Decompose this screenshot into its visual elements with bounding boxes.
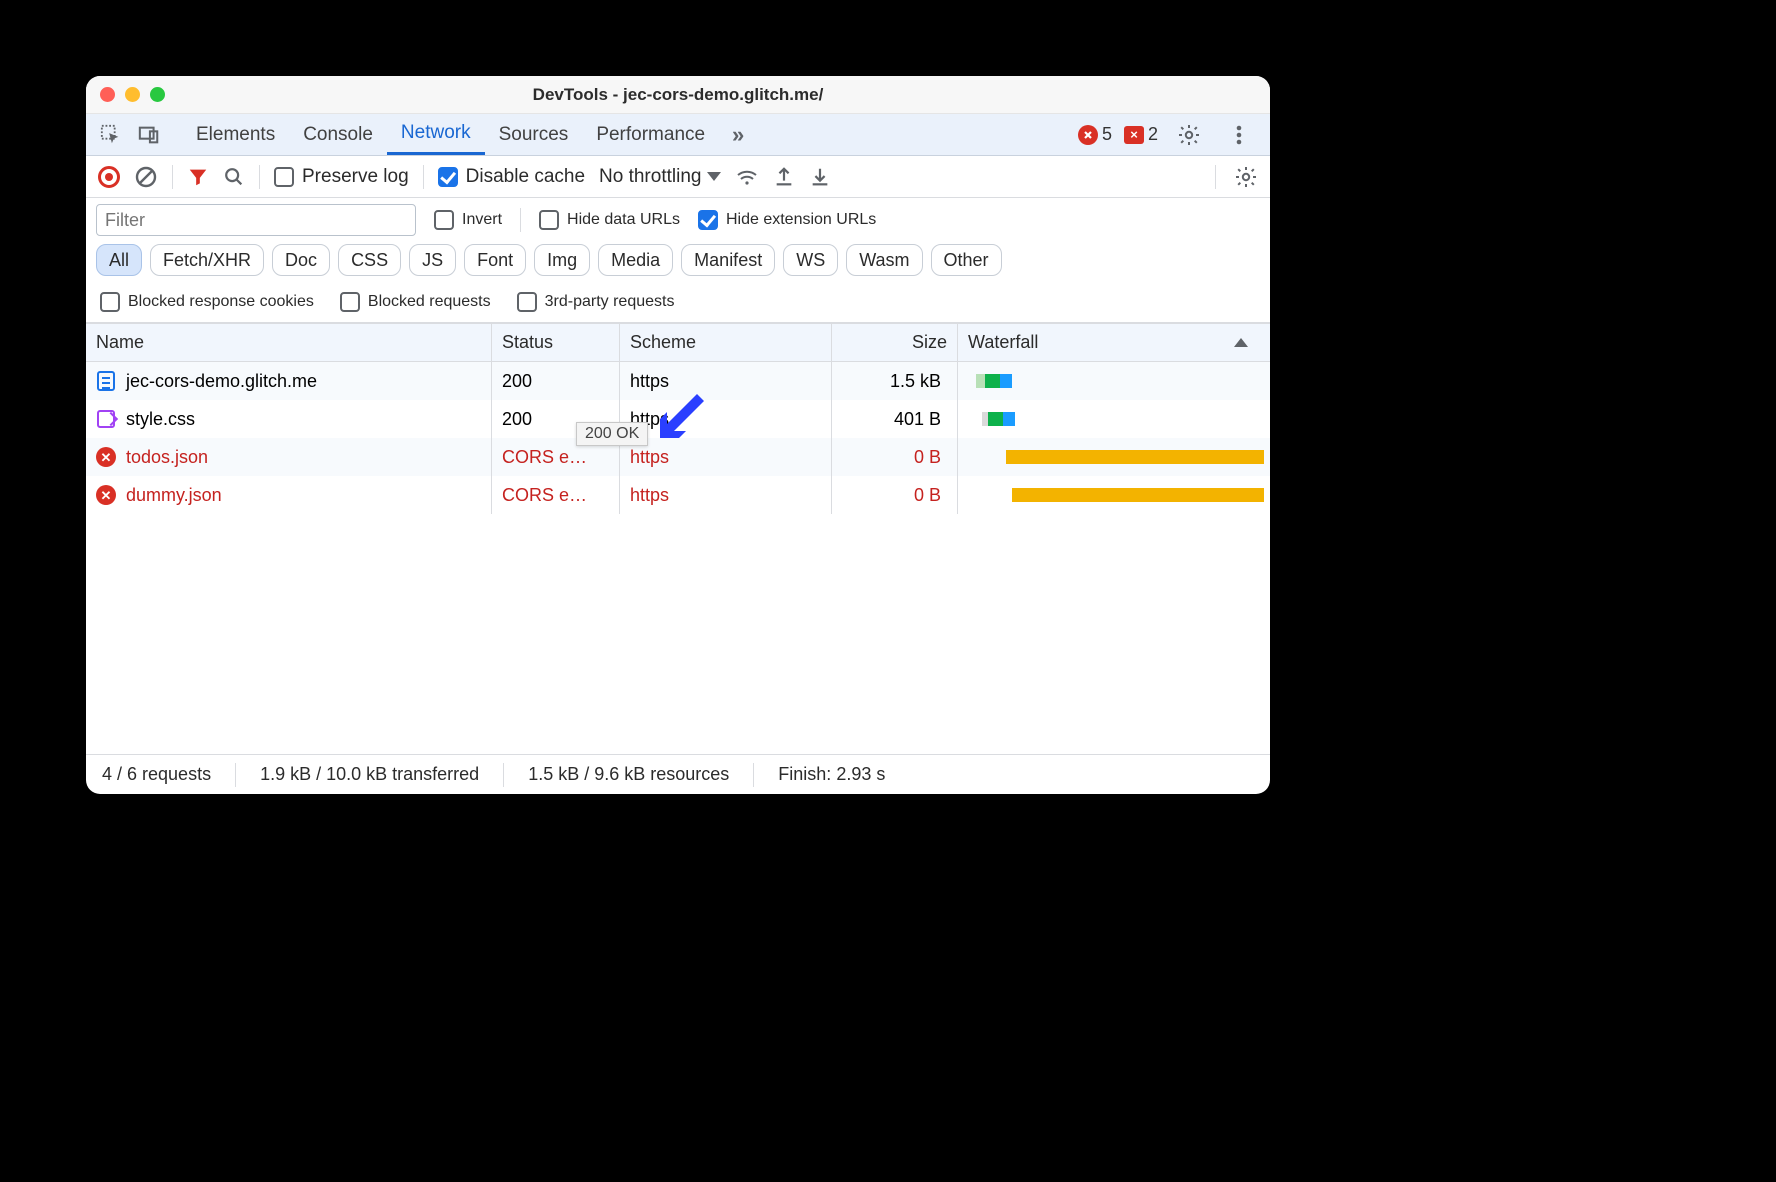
request-scheme: https (620, 476, 832, 514)
window-title: DevTools - jec-cors-demo.glitch.me/ (86, 85, 1270, 105)
type-filter-fetchxhr[interactable]: Fetch/XHR (150, 244, 264, 276)
tab-performance[interactable]: Performance (582, 114, 719, 155)
status-tooltip: 200 OK (576, 422, 648, 446)
requests-summary: 4 / 6 requests (102, 764, 211, 785)
hide-data-urls-checkbox[interactable]: Hide data URLs (539, 210, 680, 230)
request-waterfall (958, 400, 1270, 438)
hide-extension-urls-checkbox[interactable]: Hide extension URLs (698, 210, 876, 230)
type-filter-img[interactable]: Img (534, 244, 590, 276)
type-filter-wasm[interactable]: Wasm (846, 244, 922, 276)
filter-icon[interactable] (187, 166, 209, 188)
close-window-button[interactable] (100, 87, 115, 102)
request-waterfall (958, 476, 1270, 514)
import-har-icon[interactable] (809, 166, 831, 188)
clear-button[interactable] (134, 165, 158, 189)
tab-network[interactable]: Network (387, 114, 485, 155)
record-button[interactable] (98, 166, 120, 188)
request-name: dummy.json (126, 485, 222, 506)
settings-icon[interactable] (1170, 123, 1208, 147)
request-name: style.css (126, 409, 195, 430)
issues-count: 2 (1148, 124, 1158, 145)
errors-count: 5 (1102, 124, 1112, 145)
sort-ascending-icon (1234, 338, 1248, 347)
grid-header: Name Status Scheme Size Waterfall (86, 324, 1270, 362)
transferred-summary: 1.9 kB / 10.0 kB transferred (260, 764, 479, 785)
search-icon[interactable] (223, 166, 245, 188)
throttling-select[interactable]: No throttling (599, 166, 721, 188)
tab-elements[interactable]: Elements (182, 114, 289, 155)
col-scheme[interactable]: Scheme (620, 324, 832, 361)
filter-section: Invert Hide data URLs Hide extension URL… (86, 198, 1270, 323)
type-filter-js[interactable]: JS (409, 244, 456, 276)
third-party-checkbox[interactable]: 3rd-party requests (517, 292, 675, 312)
request-size: 401 B (832, 400, 958, 438)
errors-badge[interactable]: 5 (1078, 124, 1112, 145)
more-tabs-icon[interactable]: » (719, 114, 757, 155)
chevron-down-icon (707, 172, 721, 181)
request-name: jec-cors-demo.glitch.me (126, 371, 317, 392)
request-waterfall (958, 362, 1270, 400)
tab-console[interactable]: Console (289, 114, 387, 155)
devtools-window: DevTools - jec-cors-demo.glitch.me/ Elem… (86, 76, 1270, 794)
error-circle-icon (1078, 125, 1098, 145)
network-conditions-icon[interactable] (735, 165, 759, 189)
minimize-window-button[interactable] (125, 87, 140, 102)
resources-summary: 1.5 kB / 9.6 kB resources (528, 764, 729, 785)
panel-tabbar: Elements Console Network Sources Perform… (86, 114, 1270, 156)
col-size[interactable]: Size (832, 324, 958, 361)
type-filter-all[interactable]: All (96, 244, 142, 276)
filter-input[interactable] (96, 204, 416, 236)
request-status: 200 (492, 362, 620, 400)
window-controls (100, 87, 165, 102)
request-name: todos.json (126, 447, 208, 468)
document-icon (96, 371, 116, 391)
type-filter-manifest[interactable]: Manifest (681, 244, 775, 276)
throttling-label: No throttling (599, 166, 701, 188)
resource-type-filters: AllFetch/XHRDocCSSJSFontImgMediaManifest… (96, 244, 1260, 280)
col-name[interactable]: Name (86, 324, 492, 361)
col-waterfall[interactable]: Waterfall (958, 324, 1270, 361)
error-icon (96, 485, 116, 505)
issue-square-icon: × (1124, 126, 1144, 144)
request-size: 0 B (832, 438, 958, 476)
disable-cache-checkbox[interactable]: Disable cache (438, 166, 585, 188)
device-toolbar-icon[interactable] (130, 114, 168, 155)
finish-summary: Finish: 2.93 s (778, 764, 885, 785)
type-filter-font[interactable]: Font (464, 244, 526, 276)
blocked-requests-checkbox[interactable]: Blocked requests (340, 292, 491, 312)
window-titlebar: DevTools - jec-cors-demo.glitch.me/ (86, 76, 1270, 114)
preserve-log-checkbox[interactable]: Preserve log (274, 166, 409, 188)
type-filter-doc[interactable]: Doc (272, 244, 330, 276)
col-status[interactable]: Status (492, 324, 620, 361)
request-status: CORS e… (492, 476, 620, 514)
request-row[interactable]: dummy.json CORS e…https0 B (86, 476, 1270, 514)
invert-checkbox[interactable]: Invert (434, 210, 502, 230)
inspect-element-icon[interactable] (92, 114, 130, 155)
stylesheet-icon (96, 409, 116, 429)
status-bar: 4 / 6 requests 1.9 kB / 10.0 kB transfer… (86, 754, 1270, 794)
issues-badge[interactable]: × 2 (1124, 124, 1158, 145)
export-har-icon[interactable] (773, 166, 795, 188)
request-size: 0 B (832, 476, 958, 514)
request-size: 1.5 kB (832, 362, 958, 400)
type-filter-css[interactable]: CSS (338, 244, 401, 276)
tab-sources[interactable]: Sources (485, 114, 583, 155)
preserve-log-label: Preserve log (302, 166, 409, 188)
blocked-cookies-checkbox[interactable]: Blocked response cookies (100, 292, 314, 312)
maximize-window-button[interactable] (150, 87, 165, 102)
network-toolbar: Preserve log Disable cache No throttling (86, 156, 1270, 198)
type-filter-other[interactable]: Other (931, 244, 1002, 276)
error-icon (96, 447, 116, 467)
disable-cache-label: Disable cache (466, 166, 585, 188)
network-settings-icon[interactable] (1234, 165, 1258, 189)
annotation-arrow-icon (652, 386, 712, 446)
kebab-menu-icon[interactable] (1220, 123, 1258, 147)
type-filter-media[interactable]: Media (598, 244, 673, 276)
request-waterfall (958, 438, 1270, 476)
type-filter-ws[interactable]: WS (783, 244, 838, 276)
